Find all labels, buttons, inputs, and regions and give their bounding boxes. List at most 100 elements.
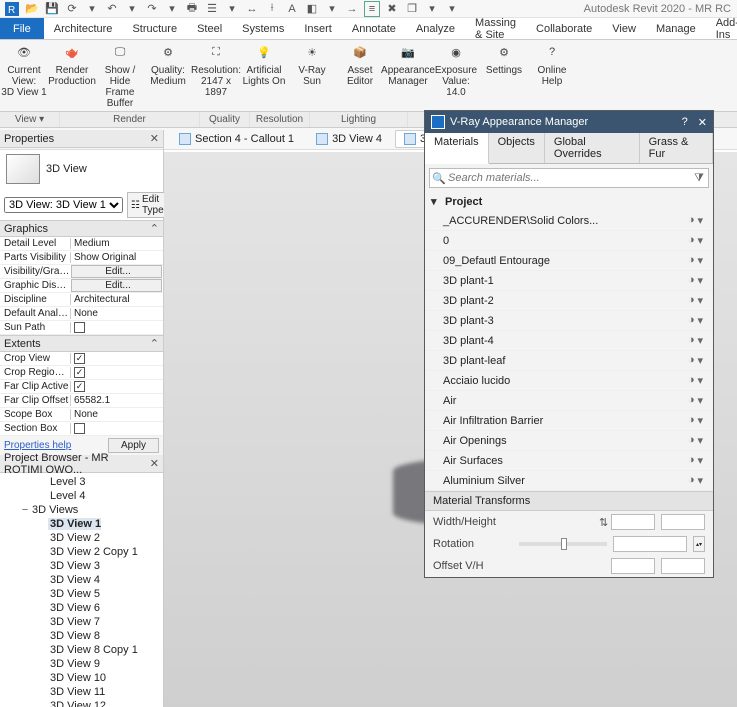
chevron-down-icon[interactable]: ▾ <box>697 394 703 407</box>
ribbon-button-exposure[interactable]: ◉ExposureValue: 14.0 <box>432 40 480 111</box>
chevron-down-icon[interactable]: ▾ <box>697 354 703 367</box>
ribbon-button-settings[interactable]: ⚙Settings <box>480 40 528 111</box>
material-row[interactable]: 09_Defautl Entourage◑▾ <box>425 251 713 271</box>
customize-icon[interactable]: ▾ <box>444 1 460 17</box>
rotation-spinner[interactable]: ▴▾ <box>693 536 705 552</box>
project-browser-tree[interactable]: Level 3Level 4−3D Views3D View 13D View … <box>0 473 163 707</box>
property-value[interactable]: Medium <box>70 238 163 249</box>
measure-icon[interactable]: ↔ <box>244 1 260 17</box>
vray-material-icon[interactable]: ◑ <box>688 414 695 427</box>
property-value[interactable]: None <box>70 308 163 319</box>
ribbon-button-artificial[interactable]: 💡ArtificialLights On <box>240 40 288 111</box>
property-value[interactable]: None <box>70 409 163 420</box>
tree-node[interactable]: 3D View 11 <box>0 685 163 699</box>
height-input[interactable] <box>661 514 705 530</box>
chevron-down-icon[interactable]: ▾ <box>697 274 703 287</box>
search-input[interactable] <box>448 169 690 187</box>
vray-material-icon[interactable]: ◑ <box>688 394 695 407</box>
revit-logo-icon[interactable]: R <box>4 1 20 17</box>
chevron-down-icon[interactable]: ▾ <box>324 1 340 17</box>
property-value[interactable]: Show Original <box>70 252 163 263</box>
vray-material-icon[interactable]: ◑ <box>688 274 695 287</box>
ribbon-button-appearance[interactable]: 📷AppearanceManager <box>384 40 432 111</box>
vray-material-icon[interactable]: ◑ <box>688 214 695 227</box>
ribbon-button-resolution-[interactable]: ⛶Resolution:2147 x 1897 <box>192 40 240 111</box>
rotation-slider[interactable] <box>519 542 607 546</box>
chevron-down-icon[interactable]: ▾ <box>697 414 703 427</box>
material-row[interactable]: 3D plant-2◑▾ <box>425 291 713 311</box>
ribbon-tab-collaborate[interactable]: Collaborate <box>526 18 602 39</box>
ribbon-tab-analyze[interactable]: Analyze <box>406 18 465 39</box>
ribbon-button-v-ray[interactable]: ☀V-RaySun <box>288 40 336 111</box>
undo-icon[interactable]: ↶ <box>104 1 120 17</box>
vray-tab-global-overrides[interactable]: Global Overrides <box>545 133 640 163</box>
print-icon[interactable]: 🖶 <box>184 1 200 17</box>
project-node[interactable]: ▾ Project <box>425 192 713 211</box>
dimension-icon[interactable]: ⟊ <box>264 1 280 17</box>
chevron-down-icon[interactable]: ▾ <box>124 1 140 17</box>
tree-node[interactable]: 3D View 1 <box>0 517 163 531</box>
tree-node[interactable]: 3D View 12 <box>0 699 163 707</box>
vray-tab-grass-fur[interactable]: Grass & Fur <box>640 133 713 163</box>
offset-h-input[interactable] <box>661 558 705 574</box>
switch-windows-icon[interactable]: ❐ <box>404 1 420 17</box>
material-row[interactable]: 3D plant-3◑▾ <box>425 311 713 331</box>
rotation-input[interactable] <box>613 536 687 552</box>
tree-node[interactable]: 3D View 8 Copy 1 <box>0 643 163 657</box>
vray-material-icon[interactable]: ◑ <box>688 354 695 367</box>
ribbon-button-current-view-[interactable]: 👁Current View:3D View 1 <box>0 40 48 111</box>
ribbon-button-quality-[interactable]: ⚙Quality:Medium <box>144 40 192 111</box>
tree-node[interactable]: Level 3 <box>0 475 163 489</box>
ribbon-button-show-hide[interactable]: 🖵Show / HideFrame Buffer <box>96 40 144 111</box>
tree-node[interactable]: 3D View 2 Copy 1 <box>0 545 163 559</box>
close-icon[interactable]: ✕ <box>698 116 707 129</box>
property-value[interactable]: 65582.1 <box>70 395 163 406</box>
ribbon-tab-annotate[interactable]: Annotate <box>342 18 406 39</box>
vray-material-icon[interactable]: ◑ <box>688 234 695 247</box>
chevron-down-icon[interactable]: ▾ <box>697 434 703 447</box>
help-icon[interactable]: ? <box>682 116 688 129</box>
ribbon-button-render[interactable]: 🫖RenderProduction <box>48 40 96 111</box>
material-row[interactable]: 3D plant-1◑▾ <box>425 271 713 291</box>
ribbon-tab-add-ins[interactable]: Add-Ins <box>706 18 737 39</box>
material-row[interactable]: Air Surfaces◑▾ <box>425 451 713 471</box>
tree-node[interactable]: 3D View 7 <box>0 615 163 629</box>
close-icon[interactable]: ✕ <box>150 132 159 145</box>
chevron-down-icon[interactable]: ▾ <box>224 1 240 17</box>
chevron-down-icon[interactable]: ▾ <box>697 254 703 267</box>
tree-node[interactable]: 3D View 10 <box>0 671 163 685</box>
ribbon-tab-systems[interactable]: Systems <box>232 18 294 39</box>
redo-icon[interactable]: ↷ <box>144 1 160 17</box>
width-input[interactable] <box>611 514 655 530</box>
property-group-extents[interactable]: Extents⌃ <box>0 335 163 352</box>
tree-node[interactable]: 3D View 2 <box>0 531 163 545</box>
chevron-down-icon[interactable]: ▾ <box>84 1 100 17</box>
material-row[interactable]: 0◑▾ <box>425 231 713 251</box>
section-icon[interactable]: ◧ <box>304 1 320 17</box>
tree-node[interactable]: −3D Views <box>0 503 163 517</box>
material-row[interactable]: _ACCURENDER\Solid Colors...◑▾ <box>425 211 713 231</box>
vray-material-icon[interactable]: ◑ <box>688 334 695 347</box>
ribbon-tab-view[interactable]: View <box>602 18 646 39</box>
checkbox[interactable]: ✓ <box>74 381 85 392</box>
checkbox[interactable]: ✓ <box>74 367 85 378</box>
thin-lines-icon[interactable]: ≡ <box>364 1 380 17</box>
material-row[interactable]: Air Openings◑▾ <box>425 431 713 451</box>
sync-icon[interactable]: ⟳ <box>64 1 80 17</box>
edit-button[interactable]: Edit... <box>71 279 162 292</box>
tree-node[interactable]: 3D View 6 <box>0 601 163 615</box>
ribbon-tab-manage[interactable]: Manage <box>646 18 706 39</box>
vray-material-icon[interactable]: ◑ <box>688 374 695 387</box>
link-icon[interactable]: ⇅ <box>599 516 605 529</box>
properties-help-link[interactable]: Properties help <box>4 440 71 451</box>
properties-type-selector[interactable]: 3D View <box>0 148 163 190</box>
ribbon-button-online[interactable]: ?OnlineHelp <box>528 40 576 111</box>
vray-material-icon[interactable]: ◑ <box>688 314 695 327</box>
chevron-down-icon[interactable]: ▾ <box>697 454 703 467</box>
chevron-down-icon[interactable]: ▾ <box>697 374 703 387</box>
arrow-right-icon[interactable]: → <box>344 1 360 17</box>
tree-node[interactable]: 3D View 4 <box>0 573 163 587</box>
close-icon[interactable]: ✕ <box>150 457 159 470</box>
chevron-down-icon[interactable]: ▾ <box>697 474 703 487</box>
tree-node[interactable]: 3D View 8 <box>0 629 163 643</box>
